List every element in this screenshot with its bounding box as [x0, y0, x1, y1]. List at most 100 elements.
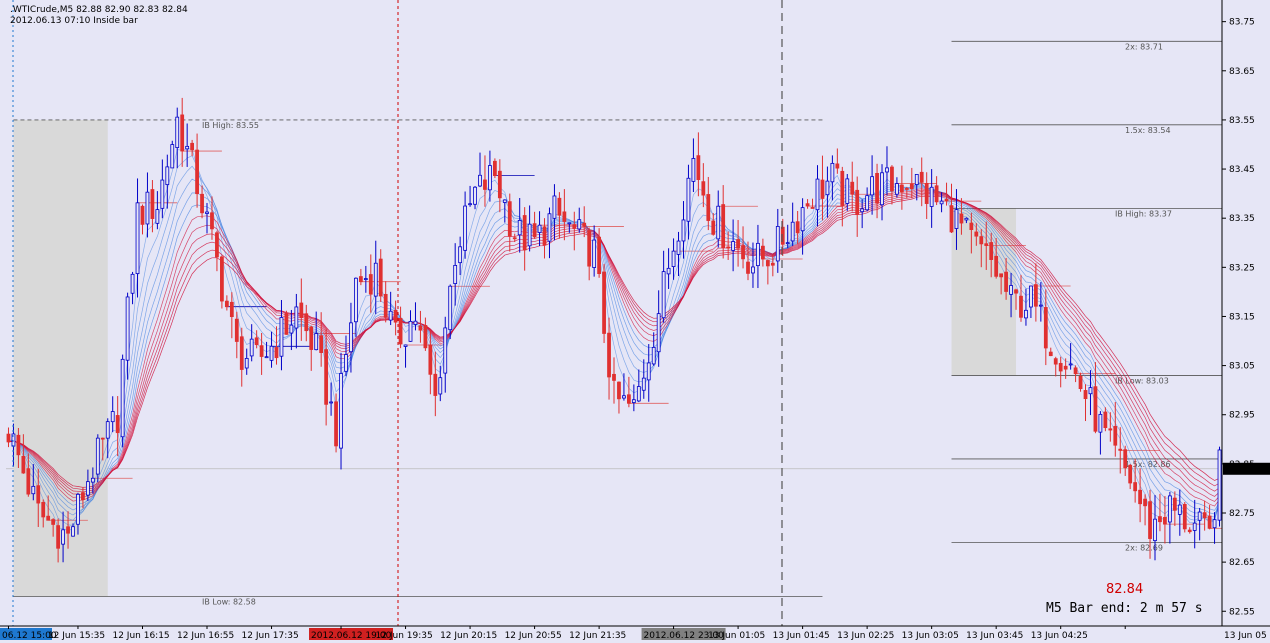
candle-body — [100, 437, 105, 440]
candle-body — [239, 336, 244, 370]
candle-body — [1113, 425, 1118, 446]
candle-body — [205, 211, 209, 214]
y-tick-label: 83.75 — [1229, 18, 1255, 28]
candle-body — [681, 219, 686, 242]
candle-body — [299, 302, 304, 319]
candle-body — [577, 219, 582, 230]
candle-body — [26, 468, 31, 495]
candle-body — [572, 224, 577, 229]
candle-body — [895, 183, 899, 195]
candle-body — [1197, 511, 1202, 521]
candle-body — [820, 179, 825, 199]
candle-body — [944, 198, 949, 202]
candle-body — [349, 322, 353, 353]
candle-body — [934, 185, 939, 203]
candle-body — [284, 313, 289, 335]
candle-body — [458, 246, 463, 264]
candle-body — [850, 181, 855, 195]
x-tick-label: 12 Jun 16:55 — [177, 631, 234, 641]
candle-body — [388, 310, 393, 321]
candle-body — [785, 242, 790, 245]
candle-body — [319, 335, 324, 353]
candle-body — [1024, 309, 1028, 319]
x-tick-label: 12 Jun 17:35 — [242, 631, 299, 641]
candle-body — [865, 195, 870, 211]
candle-body — [61, 529, 65, 545]
candle-body — [502, 199, 507, 203]
candle-body — [294, 306, 299, 329]
candle-body — [354, 277, 358, 323]
candle-body — [329, 401, 333, 404]
candle-body — [334, 401, 338, 447]
y-tick-label: 82.65 — [1229, 558, 1255, 568]
candle-body — [200, 193, 204, 214]
candle-body — [428, 344, 433, 375]
candle-body — [751, 266, 755, 274]
candle-body — [636, 386, 641, 402]
candle-body — [76, 493, 80, 525]
candle-body — [989, 242, 994, 260]
candle-body — [1163, 517, 1167, 525]
candle-body — [810, 207, 815, 209]
x-tick-label: 12 Jun 20:55 — [505, 631, 562, 641]
candle-body — [527, 223, 532, 247]
candle-body — [497, 170, 502, 199]
candle-body — [567, 222, 572, 225]
candle-body — [403, 344, 408, 347]
candle-body — [1009, 285, 1013, 295]
candle-body — [607, 332, 611, 378]
candle-body — [408, 320, 413, 342]
candle-body — [21, 455, 26, 474]
candle-body — [483, 179, 487, 190]
x-tick-label: 12 Jun 15:35 — [48, 631, 105, 641]
candle-body — [880, 172, 884, 206]
candle-body — [195, 149, 199, 195]
candle-body — [512, 237, 517, 240]
candle-body — [547, 213, 552, 242]
current-price-label: 82.84 — [1229, 465, 1255, 475]
level-label: IB Low: 83.03 — [1115, 376, 1169, 385]
candle-body — [1187, 529, 1192, 533]
price-chart[interactable]: IB High: 83.55 IB Low: 82.58 2x: 83.71 1.5x… — [0, 0, 1270, 643]
candle-body — [924, 183, 929, 204]
candle-body — [249, 338, 254, 357]
candle-body — [979, 236, 984, 245]
candle-body — [1192, 522, 1197, 531]
candle-body — [274, 347, 279, 359]
candle-body — [939, 200, 944, 205]
candle-body — [110, 411, 115, 423]
candle-body — [711, 220, 716, 235]
candle-body — [51, 519, 56, 525]
candle-body — [309, 326, 314, 350]
candle-body — [904, 188, 909, 190]
candle-body — [1029, 285, 1033, 308]
candle-body — [746, 261, 750, 274]
candle-body — [999, 273, 1004, 278]
y-tick-label: 83.25 — [1229, 263, 1255, 273]
candle-body — [1118, 448, 1123, 451]
candle-body — [438, 377, 443, 395]
candle-body — [919, 171, 924, 183]
x-tick-label: 12 Jun 16:15 — [112, 631, 169, 641]
candle-body — [661, 271, 666, 319]
candle-body — [259, 345, 264, 357]
candle-body — [289, 324, 294, 334]
x-tick-label: 13 Jun 03:05 — [902, 631, 959, 641]
bar-info: 2012.06.13 07:10 Inside bar — [10, 16, 138, 26]
candle-body — [800, 207, 805, 232]
candle-body — [622, 395, 626, 399]
candle-body — [358, 276, 363, 283]
candle-body — [155, 209, 160, 224]
x-tick-label: 13 Jun 02:25 — [837, 631, 894, 641]
candle-body — [840, 170, 845, 206]
candle-body — [210, 212, 214, 230]
candle-body — [31, 485, 36, 495]
candle-body — [244, 357, 249, 369]
candle-body — [756, 242, 760, 267]
candle-body — [676, 240, 681, 255]
level-label: IB Low: 82.58 — [202, 598, 256, 607]
candle-body — [641, 377, 646, 391]
candle-body — [86, 481, 90, 496]
candle-body — [954, 209, 959, 229]
level-label: IB High: 83.37 — [1115, 209, 1172, 218]
